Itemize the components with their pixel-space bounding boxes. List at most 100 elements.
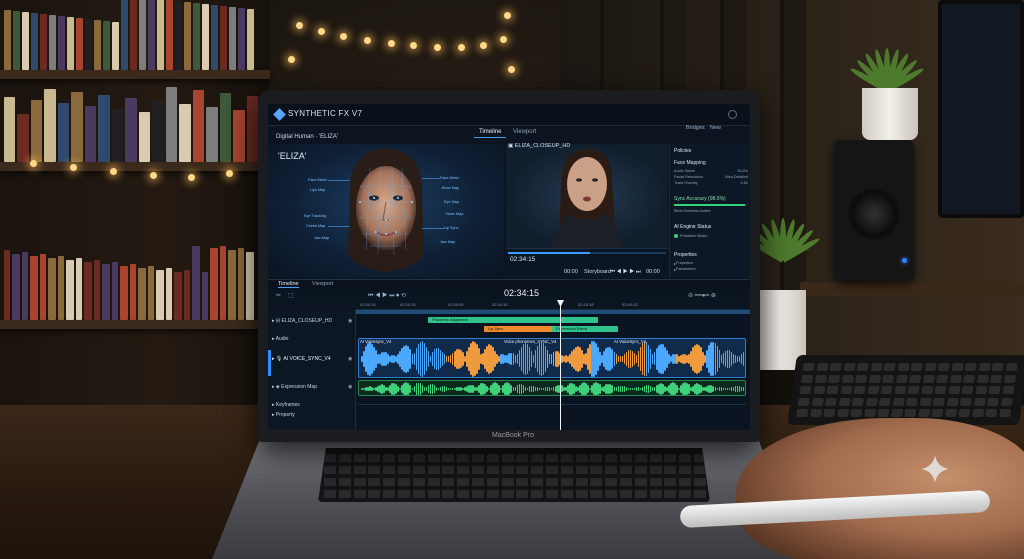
key [974, 386, 988, 394]
waveform-bar [411, 387, 414, 391]
key [850, 409, 863, 417]
tick-label: 02:20:15 [400, 302, 416, 307]
key [990, 374, 1003, 383]
properties-item[interactable]: ▸ Parameters [674, 267, 748, 272]
key [882, 374, 895, 383]
key [991, 363, 1004, 371]
phoneme-clip[interactable]: Phoneme Alignment [428, 317, 598, 323]
waveform-bar [716, 346, 719, 372]
book [40, 14, 47, 70]
face-mapping-title: Face Mapping [674, 160, 706, 166]
string-light [30, 160, 37, 167]
video-preview[interactable] [506, 144, 668, 248]
playhead[interactable] [560, 301, 561, 430]
string-light [500, 36, 507, 43]
properties-item[interactable]: ▸ Properties [674, 261, 748, 266]
waveform-bar [619, 355, 622, 363]
key [486, 490, 499, 498]
key [816, 363, 829, 371]
key [890, 409, 903, 417]
tab-timeline[interactable]: Timeline [474, 127, 507, 138]
waveform-bar [617, 386, 620, 392]
key [907, 386, 920, 394]
zoom-slider[interactable]: ⊖ ━━●━ ⊕ [688, 292, 716, 299]
voice-waveform[interactable] [358, 338, 746, 378]
waveform-bar [621, 355, 624, 363]
book [220, 246, 226, 320]
shelf-board [0, 320, 270, 329]
string-light [226, 170, 233, 177]
viewer-label: Digital Human · 'ELIZA' [276, 134, 338, 140]
transport-buttons[interactable]: ⏮ ◀ ▶ ▶ ⏭ [610, 269, 641, 276]
string-light [150, 172, 157, 179]
key [866, 386, 880, 394]
key [829, 363, 842, 371]
key [1000, 397, 1013, 406]
key [870, 363, 883, 371]
book [193, 3, 200, 70]
waveform-bar [621, 385, 624, 393]
tab-timeline-bottom[interactable]: Timeline [278, 281, 299, 288]
track-name[interactable]: ▸ Audio [272, 336, 288, 342]
waveform-bar [425, 346, 428, 372]
book [112, 109, 123, 162]
track-area[interactable]: Phoneme Alignment Lip Sync Expression Bl… [356, 310, 750, 430]
track-name[interactable]: ▸ ⊟ ELIZA_CLOSEUP_HD [272, 318, 332, 324]
string-light [434, 44, 441, 51]
select-icon[interactable]: ⬚ [288, 292, 294, 299]
book [12, 254, 20, 320]
tab-viewport[interactable]: Viewport [508, 127, 541, 137]
key [531, 490, 544, 498]
key [679, 478, 692, 486]
key [486, 478, 499, 486]
cut-icon[interactable]: ✂ [276, 292, 281, 299]
video-clip[interactable] [356, 310, 750, 314]
track-name[interactable]: ▸ Property [272, 412, 295, 418]
engine-status-label: AI Engine Status [674, 224, 712, 230]
face-annotation: Eye Tracking [304, 214, 326, 218]
track-name[interactable]: ▸ ◈ Expression Map [272, 384, 317, 390]
properties-label[interactable]: Properties [674, 252, 697, 258]
eye-icon[interactable]: ◉ [348, 318, 352, 324]
book [31, 100, 42, 162]
eye-icon[interactable]: ◉ [348, 356, 352, 362]
string-light [188, 174, 195, 181]
waveform-bar [524, 343, 527, 375]
tab-viewport-bottom[interactable]: Viewport [312, 281, 333, 287]
key [904, 409, 917, 417]
bridges-button[interactable]: Bridges [686, 125, 705, 131]
expression-waveform[interactable] [358, 380, 746, 396]
book [166, 0, 173, 70]
scrub-bar[interactable] [508, 252, 666, 254]
waveform-bar [627, 387, 630, 391]
key [560, 490, 573, 498]
sparkle-icon [921, 455, 949, 483]
waveform-bar [742, 352, 745, 366]
waveform-bar [724, 387, 727, 391]
key [880, 386, 893, 394]
eye-icon[interactable]: ◉ [348, 384, 352, 390]
key [531, 478, 544, 486]
book [228, 250, 236, 320]
key [634, 466, 647, 474]
transport-icons[interactable]: ⏮ ◀ ▶ ⏭ ⏺ ⟲ [368, 292, 406, 300]
key [560, 466, 573, 474]
key [868, 374, 881, 383]
key [472, 454, 484, 462]
book [85, 106, 96, 162]
expression-clip[interactable]: Expression Blend [552, 326, 618, 332]
track-name[interactable]: ▸ Keyframes [272, 402, 300, 408]
key [649, 490, 662, 498]
annotation-line [328, 226, 350, 227]
waveform-bar [714, 343, 717, 375]
book [202, 4, 209, 70]
book [44, 89, 56, 162]
time-ruler[interactable]: 02:34:15 02:20:15 02:30:00 02:34:15 02:1… [356, 301, 750, 310]
bookshelf [0, 0, 270, 420]
window-control-icon[interactable] [728, 110, 737, 119]
key [679, 466, 692, 474]
player-mode[interactable]: Storyboard [584, 269, 611, 275]
waveform-bar [411, 353, 414, 365]
track-name[interactable]: ▸ 🎙 AI VOICE_SYNC_V4 [272, 356, 331, 362]
new-button[interactable]: New [710, 125, 721, 131]
